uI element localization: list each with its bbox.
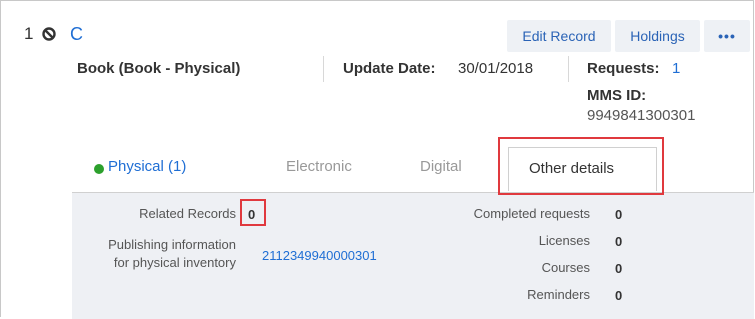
licenses-value: 0: [615, 234, 623, 249]
holdings-button[interactable]: Holdings: [615, 20, 700, 52]
row-number: 1: [24, 24, 34, 43]
requests-label: Requests:: [587, 60, 660, 77]
more-actions-button[interactable]: •••: [704, 20, 750, 52]
highlight-box: [498, 137, 664, 195]
material-type: Book (Book - Physical): [77, 60, 241, 77]
tab-physical[interactable]: Physical (1): [108, 158, 186, 175]
divider: [568, 56, 569, 82]
reminders-value: 0: [615, 288, 623, 303]
edit-record-button[interactable]: Edit Record: [507, 20, 611, 52]
divider: [323, 56, 324, 82]
publishing-info-label: Publishing information for physical inve…: [108, 237, 236, 270]
related-records-label: Related Records: [139, 206, 236, 221]
licenses-label: Licenses: [538, 233, 590, 248]
completed-requests-value: 0: [615, 207, 623, 222]
highlight-box: [240, 199, 266, 226]
publishing-info-link[interactable]: 2112349940000301: [262, 248, 377, 263]
tab-electronic[interactable]: Electronic: [286, 158, 352, 175]
suppressed-icon: [42, 27, 56, 41]
mms-id-value: 9949841300301: [587, 107, 696, 124]
reminders-label: Reminders: [527, 287, 590, 302]
courses-label: Courses: [541, 260, 590, 275]
status-dot-icon: [94, 164, 104, 174]
requests-link[interactable]: 1: [672, 60, 680, 77]
completed-requests-label: Completed requests: [473, 206, 590, 221]
update-date-value: 30/01/2018: [458, 60, 534, 77]
record-title-link[interactable]: C: [70, 24, 83, 45]
update-date-label: Update Date:: [343, 60, 436, 77]
tab-digital[interactable]: Digital: [420, 158, 462, 175]
courses-value: 0: [615, 261, 623, 276]
mms-id-label: MMS ID:: [587, 87, 647, 104]
